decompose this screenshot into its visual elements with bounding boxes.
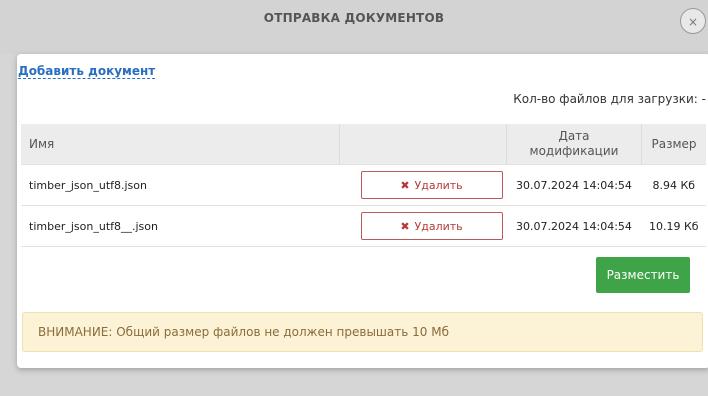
x-mark-icon: ✖ bbox=[400, 219, 410, 233]
table-header-row: Имя Дата модификации Размер bbox=[21, 124, 706, 165]
header-bar: ОТПРАВКА ДОКУМЕНТОВ × bbox=[0, 0, 708, 54]
files-count-label: Кол-во файлов для загрузки: - bbox=[513, 92, 706, 106]
delete-button[interactable]: ✖ Удалить bbox=[360, 171, 503, 199]
column-header-size: Размер bbox=[641, 124, 706, 165]
files-table: Имя Дата модификации Размер timber_json_… bbox=[21, 124, 706, 247]
dialog-title: ОТПРАВКА ДОКУМЕНТОВ bbox=[263, 11, 445, 25]
column-header-modified: Дата модификации bbox=[506, 124, 642, 165]
close-icon[interactable]: × bbox=[680, 8, 706, 34]
column-header-actions bbox=[339, 124, 507, 165]
file-name: timber_json_utf8__.json bbox=[21, 205, 340, 247]
column-header-name: Имя bbox=[21, 124, 340, 165]
file-size: 8.94 Кб bbox=[641, 164, 706, 206]
file-actions-cell: ✖ Удалить bbox=[339, 205, 507, 247]
size-warning-alert: ВНИМАНИЕ: Общий размер файлов не должен … bbox=[22, 312, 703, 352]
file-size: 10.19 Кб bbox=[641, 205, 706, 247]
table-row: timber_json_utf8.json ✖ Удалить 30.07.20… bbox=[21, 164, 706, 206]
place-button[interactable]: Разместить bbox=[596, 257, 690, 293]
add-document-link[interactable]: Добавить документ bbox=[18, 64, 156, 79]
delete-label: Удалить bbox=[414, 219, 463, 233]
file-modified: 30.07.2024 14:04:54 bbox=[506, 205, 642, 247]
delete-button[interactable]: ✖ Удалить bbox=[360, 212, 503, 240]
file-name: timber_json_utf8.json bbox=[21, 164, 340, 206]
x-mark-icon: ✖ bbox=[400, 178, 410, 192]
file-actions-cell: ✖ Удалить bbox=[339, 164, 507, 206]
upload-modal: Добавить документ Кол-во файлов для загр… bbox=[17, 54, 708, 368]
file-modified: 30.07.2024 14:04:54 bbox=[506, 164, 642, 206]
table-row: timber_json_utf8__.json ✖ Удалить 30.07.… bbox=[21, 205, 706, 247]
delete-label: Удалить bbox=[414, 178, 463, 192]
